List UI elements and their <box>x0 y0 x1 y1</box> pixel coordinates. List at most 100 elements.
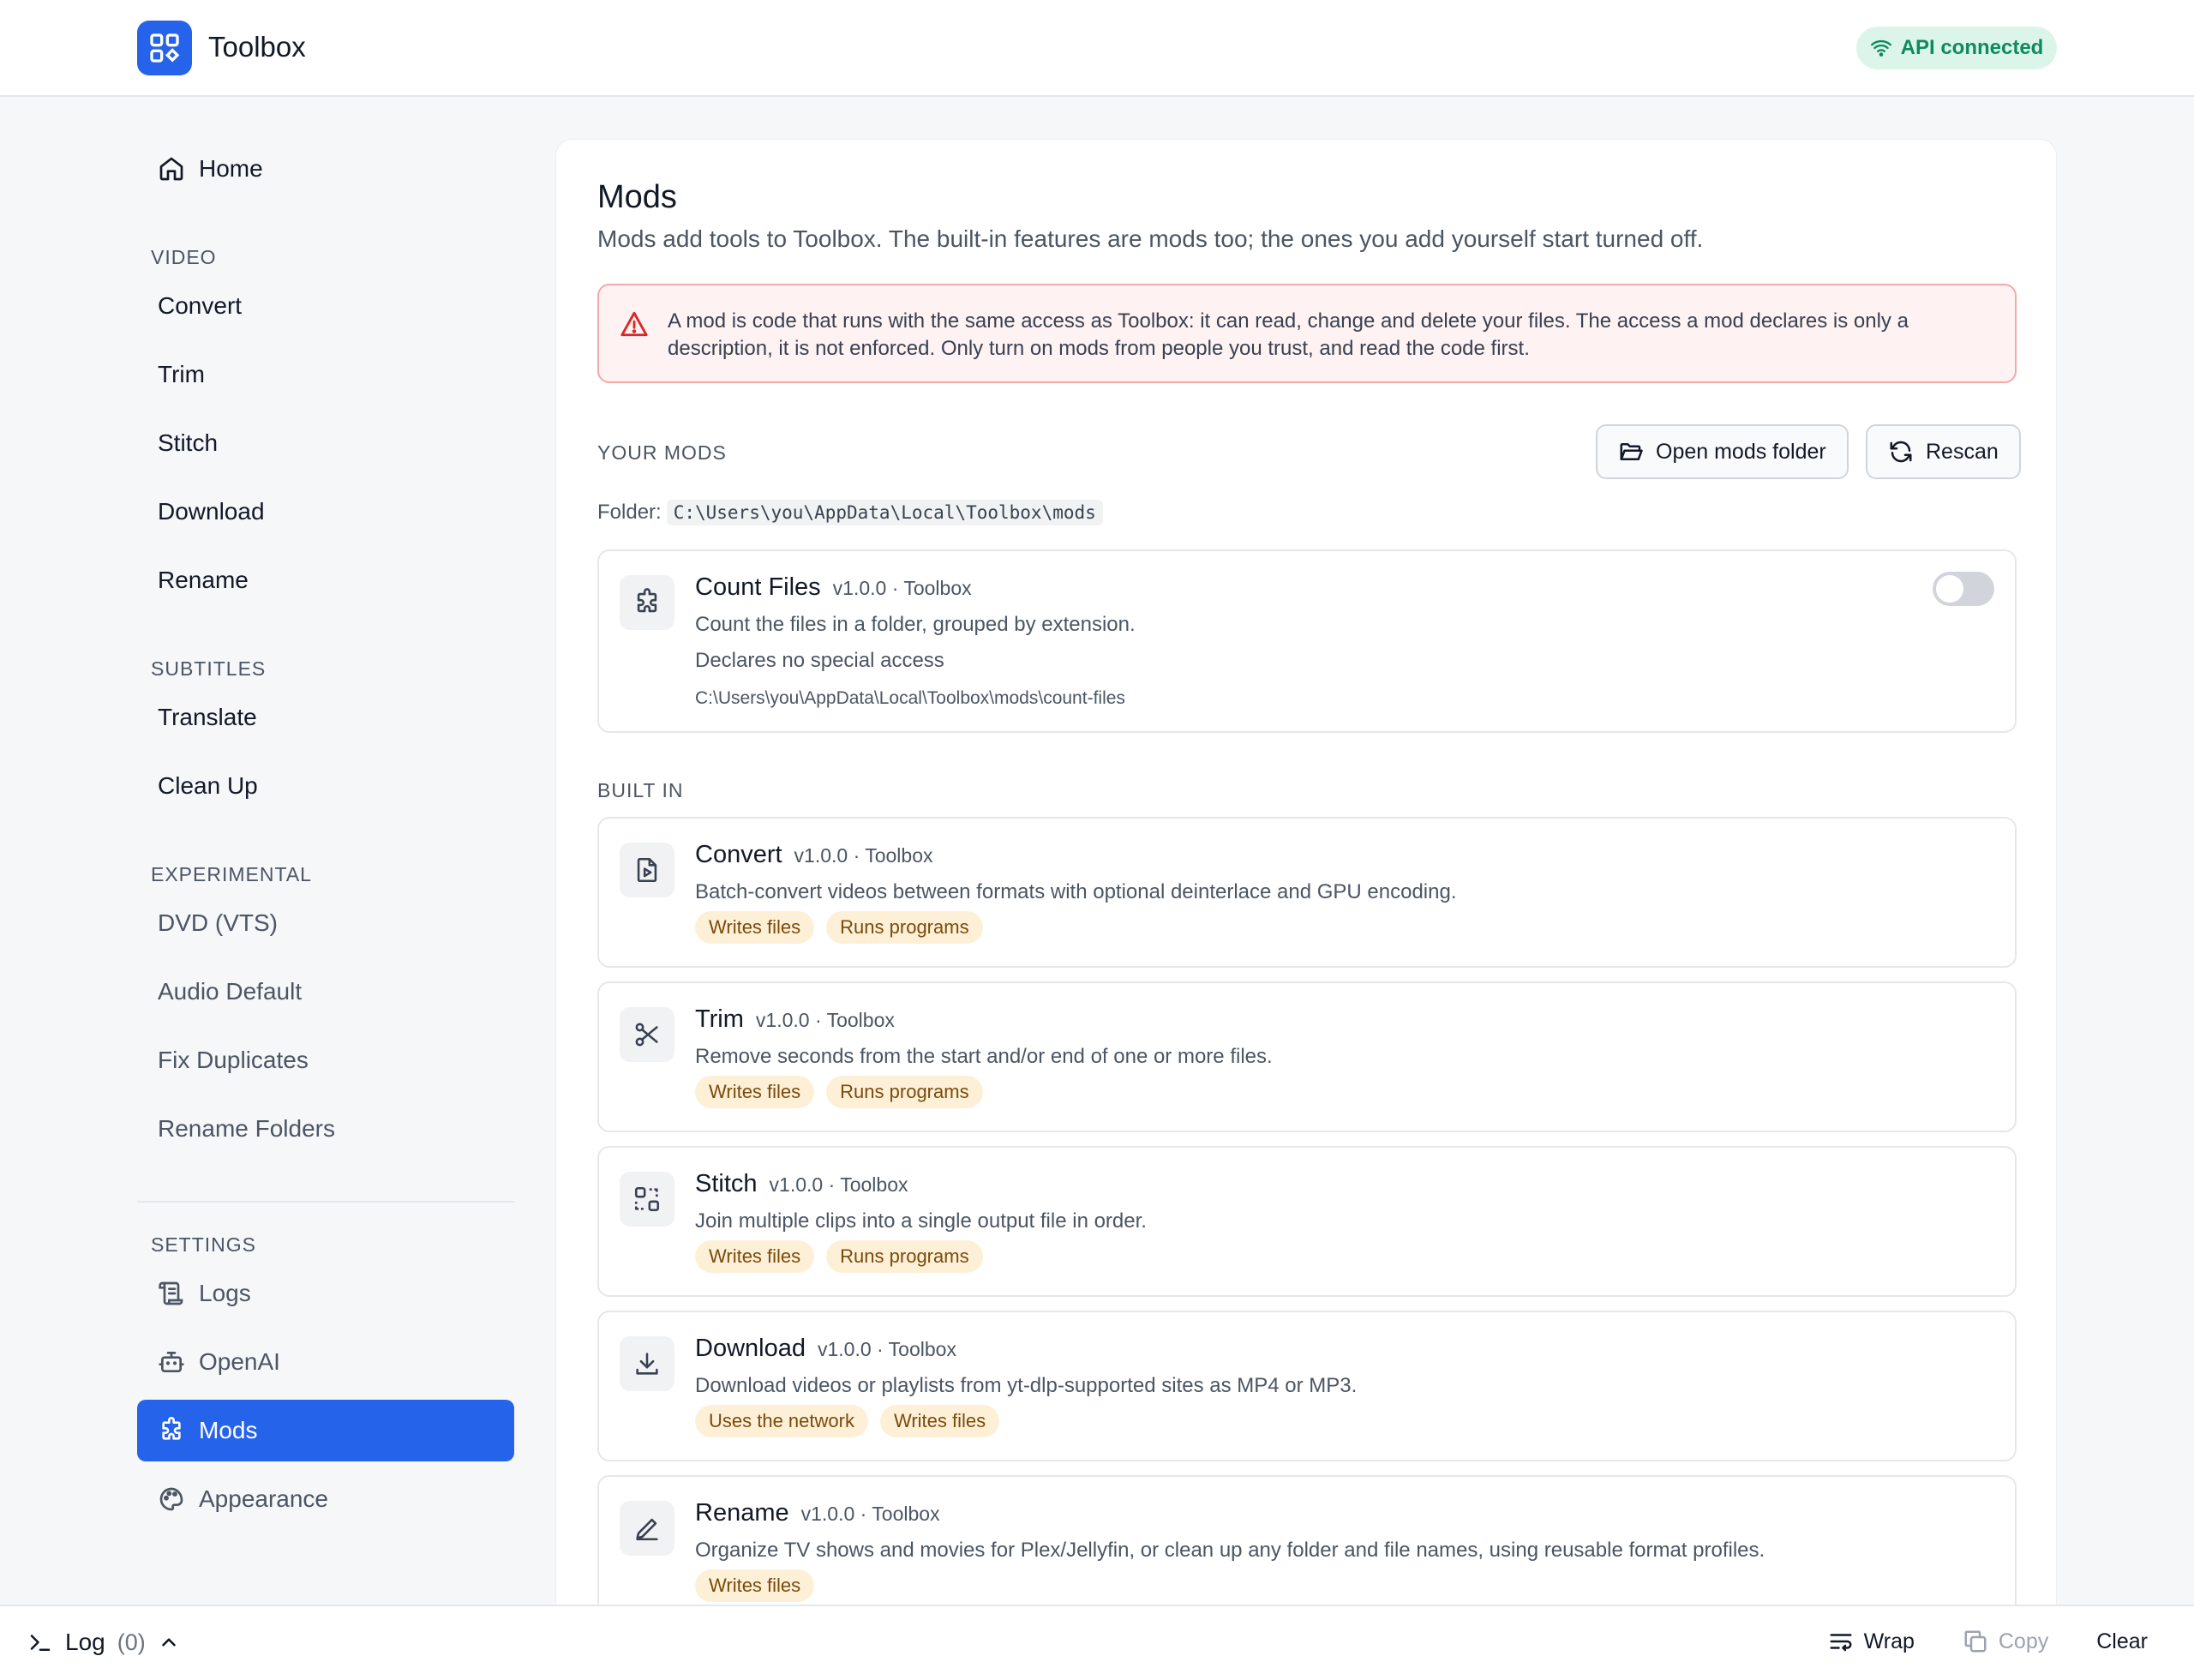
mod-card-download: Download v1.0.0 · Toolbox Download video… <box>597 1311 2017 1461</box>
mod-card-stitch: Stitch v1.0.0 · Toolbox Join multiple cl… <box>597 1146 2017 1297</box>
sidebar-item-download[interactable]: Download <box>137 481 514 543</box>
sidebar-item-mods[interactable]: Mods <box>137 1400 514 1461</box>
section-label-video: VIDEO <box>151 246 217 268</box>
api-status-text: API connected <box>1900 36 2044 59</box>
sidebar-item-rename[interactable]: Rename <box>137 549 514 611</box>
sidebar-item-home[interactable]: Home <box>137 138 514 200</box>
refresh-icon <box>1890 441 1912 463</box>
mod-description: Remove seconds from the start and/or end… <box>695 1045 1273 1068</box>
palette-icon <box>159 1487 183 1511</box>
folder-path: C:\Users\you\AppData\Local\Toolbox\mods <box>666 500 1103 525</box>
mod-description: Batch-convert videos between formats wit… <box>695 880 1457 903</box>
mods-folder-line: Folder: C:\Users\you\AppData\Local\Toolb… <box>597 500 1103 525</box>
sidebar-item-stitch[interactable]: Stitch <box>137 412 514 474</box>
download-icon <box>620 1336 674 1391</box>
warning-text: A mod is code that runs with the same ac… <box>668 309 1909 360</box>
access-tag: Writes files <box>695 1569 815 1602</box>
mods-panel: Mods Mods add tools to Toolbox. The buil… <box>555 139 2057 1680</box>
access-tag: Runs programs <box>826 1076 983 1108</box>
mod-meta: v1.0.0 · Toolbox <box>817 1338 956 1360</box>
scissors-icon <box>620 1007 674 1062</box>
mod-description: Count the files in a folder, grouped by … <box>695 613 1136 636</box>
page-title: Mods <box>597 179 677 215</box>
mod-name: Rename <box>695 1499 789 1527</box>
mod-description: Download videos or playlists from yt-dlp… <box>695 1374 1358 1397</box>
sidebar-item-appearance[interactable]: Appearance <box>137 1468 514 1530</box>
mod-name: Trim <box>695 1005 744 1033</box>
puzzle-icon <box>162 1417 181 1440</box>
terminal-icon <box>30 1635 51 1651</box>
section-label-experimental: EXPERIMENTAL <box>151 863 312 885</box>
mod-path: C:\Users\you\AppData\Local\Toolbox\mods\… <box>695 688 1125 708</box>
sidebar-item-openai[interactable]: OpenAI <box>137 1331 514 1393</box>
mod-card-count-files: Count Files v1.0.0 · Toolbox Count the f… <box>597 549 2017 733</box>
log-toggle[interactable]: Log (0) <box>27 1629 180 1656</box>
mod-description: Join multiple clips into a single output… <box>695 1209 1147 1233</box>
sidebar-item-dvd-vts[interactable]: DVD (VTS) <box>137 892 514 954</box>
sidebar-item-clean-up[interactable]: Clean Up <box>137 755 514 817</box>
home-icon <box>159 157 183 181</box>
mod-card-convert: Convert v1.0.0 · Toolbox Batch-convert v… <box>597 817 2017 968</box>
mod-card-rename: Rename v1.0.0 · Toolbox Organize TV show… <box>597 1475 2017 1626</box>
copy-button[interactable]: Copy <box>1963 1629 2048 1654</box>
section-label-your-mods: YOUR MODS <box>597 441 727 464</box>
mod-card-trim: Trim v1.0.0 · Toolbox Remove seconds fro… <box>597 981 2017 1132</box>
scroll-icon <box>159 1281 183 1305</box>
chevron-up-icon <box>161 1638 176 1647</box>
mod-meta: v1.0.0 · Toolbox <box>769 1173 908 1196</box>
open-mods-folder-button[interactable]: Open mods folder <box>1596 424 1849 479</box>
puzzle-icon <box>620 575 674 630</box>
sidebar-item-label: Home <box>199 155 263 182</box>
wrap-text-icon <box>1830 1634 1852 1652</box>
access-tag: Writes files <box>695 1076 815 1108</box>
clear-button[interactable]: Clear <box>2096 1629 2148 1654</box>
sidebar-item-trim[interactable]: Trim <box>137 344 514 405</box>
app-title: Toolbox <box>208 31 306 63</box>
section-label-subtitles: SUBTITLES <box>151 657 267 680</box>
access-tag: Uses the network <box>695 1405 868 1437</box>
sidebar-item-rename-folders[interactable]: Rename Folders <box>137 1098 514 1160</box>
access-tag: Runs programs <box>826 911 983 944</box>
page-subtitle: Mods add tools to Toolbox. The built-in … <box>597 225 1704 252</box>
mod-meta: v1.0.0 · Toolbox <box>794 844 933 867</box>
file-play-icon <box>620 843 674 897</box>
sidebar-divider <box>137 1201 514 1203</box>
access-tag: Writes files <box>879 1405 1000 1437</box>
pencil-icon <box>620 1501 674 1556</box>
mod-name: Stitch <box>695 1170 758 1197</box>
robot-icon <box>159 1352 184 1372</box>
access-tag: Writes files <box>695 1240 815 1273</box>
security-warning: A mod is code that runs with the same ac… <box>597 284 2017 383</box>
mod-name: Download <box>695 1335 806 1362</box>
log-label: Log <box>65 1629 105 1655</box>
access-tag: Writes files <box>695 911 815 944</box>
stitch-icon <box>620 1172 674 1227</box>
section-label-built-in: BUILT IN <box>597 779 684 801</box>
warning-triangle-icon <box>620 311 648 337</box>
sidebar-item-logs[interactable]: Logs <box>137 1263 514 1324</box>
app-header: Toolbox API connected <box>0 0 2194 97</box>
wrap-button[interactable]: Wrap <box>1828 1629 1915 1654</box>
log-bar: Log (0) Wrap Copy Clear <box>0 1605 2194 1680</box>
mod-name: Convert <box>695 841 782 868</box>
mod-enable-toggle[interactable] <box>1933 572 1994 606</box>
wifi-icon <box>1870 39 1891 57</box>
sidebar-item-translate[interactable]: Translate <box>137 687 514 748</box>
mod-meta: v1.0.0 · Toolbox <box>755 1009 895 1031</box>
mod-access: Declares no special access <box>695 649 944 672</box>
toggle-knob <box>1936 575 1963 603</box>
mod-meta: v1.0.0 · Toolbox <box>832 577 972 599</box>
sidebar-item-convert[interactable]: Convert <box>137 275 514 337</box>
mod-description: Organize TV shows and movies for Plex/Je… <box>695 1539 1765 1562</box>
rescan-button[interactable]: Rescan <box>1866 424 2021 479</box>
folder-label: Folder: <box>597 501 662 524</box>
folder-open-icon <box>1620 443 1643 460</box>
section-label-settings: SETTINGS <box>151 1233 257 1256</box>
copy-icon <box>1964 1630 1987 1653</box>
api-status-badge: API connected <box>1856 27 2057 69</box>
sidebar-item-audio-default[interactable]: Audio Default <box>137 961 514 1023</box>
log-count: (0) <box>117 1629 146 1655</box>
mod-name: Count Files <box>695 573 821 601</box>
sidebar-item-fix-duplicates[interactable]: Fix Duplicates <box>137 1029 514 1091</box>
mod-meta: v1.0.0 · Toolbox <box>800 1503 940 1525</box>
